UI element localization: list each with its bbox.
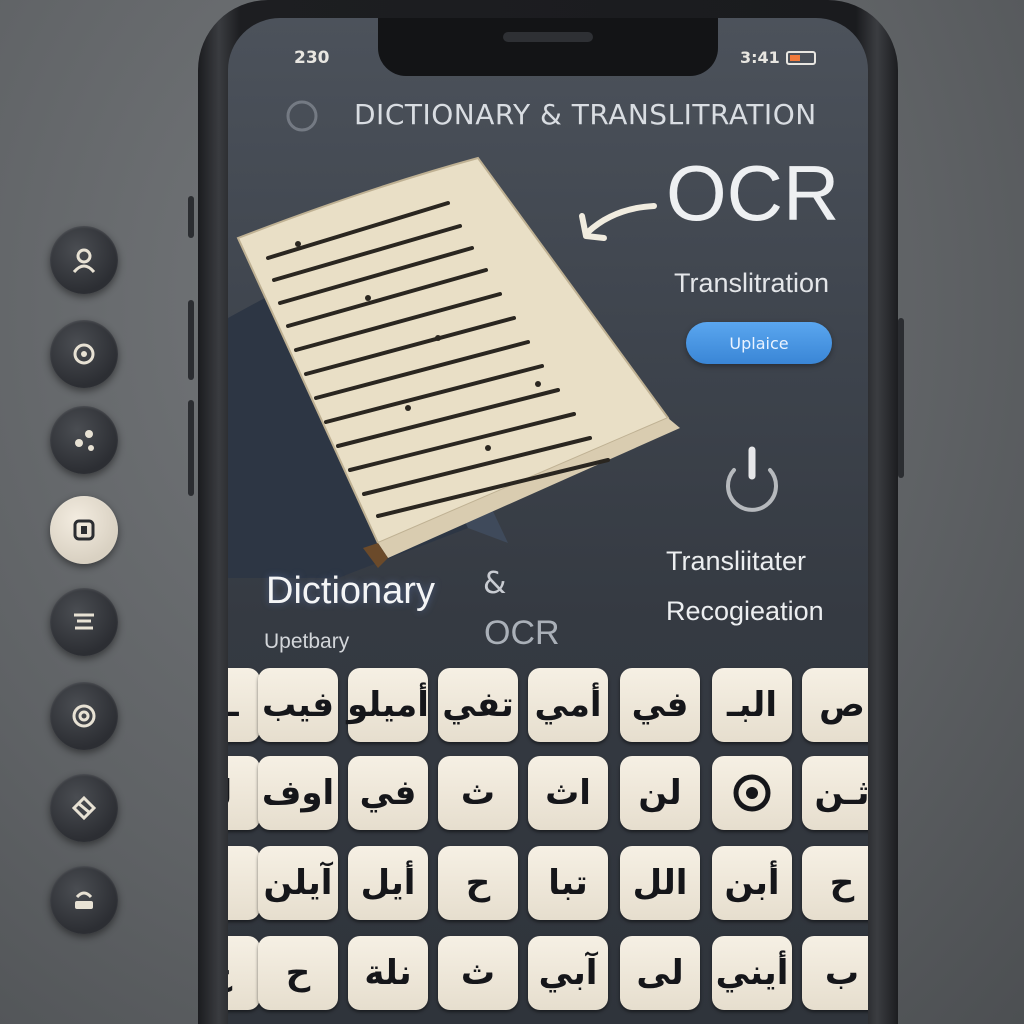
phone-volume-up: [188, 300, 194, 380]
keyboard-key[interactable]: لن: [620, 756, 700, 830]
settings-icon[interactable]: [50, 320, 118, 388]
phone-power-button: [898, 318, 904, 478]
back-icon[interactable]: [282, 96, 322, 136]
phone-volume-down: [188, 400, 194, 496]
keyboard-key[interactable]: آبي: [528, 936, 608, 1010]
keyboard-key[interactable]: تفي: [438, 668, 518, 742]
keyboard-key[interactable]: ث: [438, 936, 518, 1010]
keyboard-key[interactable]: ثـن: [802, 756, 868, 830]
page-title: DICTIONARY & TRANSLITRATION: [354, 98, 817, 131]
phone-side-button: [188, 196, 194, 238]
user-icon[interactable]: [50, 226, 118, 294]
dictionary-heading: Dictionary: [266, 570, 435, 612]
keyboard-key[interactable]: البـ: [712, 668, 792, 742]
transliterate-feature[interactable]: Transliitater: [666, 546, 806, 577]
dictionary-ocr-label: OCR: [484, 614, 560, 652]
keyboard-key[interactable]: ص: [802, 668, 868, 742]
keyboard-key[interactable]: ح: [438, 846, 518, 920]
dictionary-amp: &: [483, 566, 507, 601]
keyboard-key[interactable]: أبن: [712, 846, 792, 920]
keyboard-key[interactable]: ب: [802, 936, 868, 1010]
arrow-icon: [579, 203, 657, 241]
status-time-left: 230: [294, 48, 330, 68]
keyboard-key[interactable]: لى: [620, 936, 700, 1010]
keyboard-key[interactable]: لـ: [228, 756, 260, 830]
keyboard-key[interactable]: ا: [228, 846, 260, 920]
scan-icon[interactable]: [50, 496, 118, 564]
speaker-grille: [503, 32, 593, 42]
globe-icon[interactable]: [50, 774, 118, 842]
translitration-label: Translitration: [674, 268, 830, 298]
language-icon[interactable]: [50, 588, 118, 656]
keyboard-key[interactable]: الل: [620, 846, 700, 920]
keyboard-key[interactable]: اوف: [258, 756, 338, 830]
keyboard-key[interactable]: فيب: [258, 668, 338, 742]
keyboard-key[interactable]: أيل: [348, 846, 428, 920]
keyboard-key[interactable]: ث: [438, 756, 518, 830]
keyboard-key[interactable]: نلة: [348, 936, 428, 1010]
share-icon[interactable]: [50, 406, 118, 474]
status-time-right: 3:41: [740, 48, 780, 67]
keyboard-key[interactable]: اث: [528, 756, 608, 830]
notch: [378, 18, 718, 76]
keyboard-key-target[interactable]: [712, 756, 792, 830]
keyboard-key[interactable]: أميلو: [347, 668, 429, 742]
phone-screen: 230 3:41 DICTIONARY & TRANSLITRATION OCR…: [228, 18, 868, 1024]
keyboard-key[interactable]: آيلن: [258, 846, 338, 920]
keyboard-key[interactable]: ح: [258, 936, 338, 1010]
dictionary-subheading: Upetbary: [264, 630, 350, 653]
keyboard-key[interactable]: أيني: [712, 936, 792, 1010]
keyboard-key[interactable]: ـيـ: [228, 668, 260, 742]
keyboard-key[interactable]: في: [620, 668, 700, 742]
battery-icon: [785, 50, 816, 65]
recognition-feature[interactable]: Recogieation: [666, 596, 824, 627]
target-icon[interactable]: [50, 682, 118, 750]
keyboard-key[interactable]: تبا: [528, 846, 608, 920]
keyboard-key[interactable]: في: [348, 756, 428, 830]
stack-icon[interactable]: [50, 866, 118, 934]
keyboard-key[interactable]: أمي: [528, 668, 608, 742]
power-icon[interactable]: [712, 436, 792, 516]
upload-button[interactable]: Uplaice: [686, 322, 832, 364]
keyboard-key[interactable]: ح: [802, 846, 868, 920]
target-key-icon: [733, 774, 771, 812]
ocr-heading: OCR: [666, 149, 840, 237]
arabic-keyboard: ـيـ فيب أميلو تفي أمي في البـ ص لـ اوف ف…: [228, 664, 868, 1024]
status-right: 3:41: [740, 48, 816, 67]
keyboard-key[interactable]: ح: [228, 936, 260, 1010]
